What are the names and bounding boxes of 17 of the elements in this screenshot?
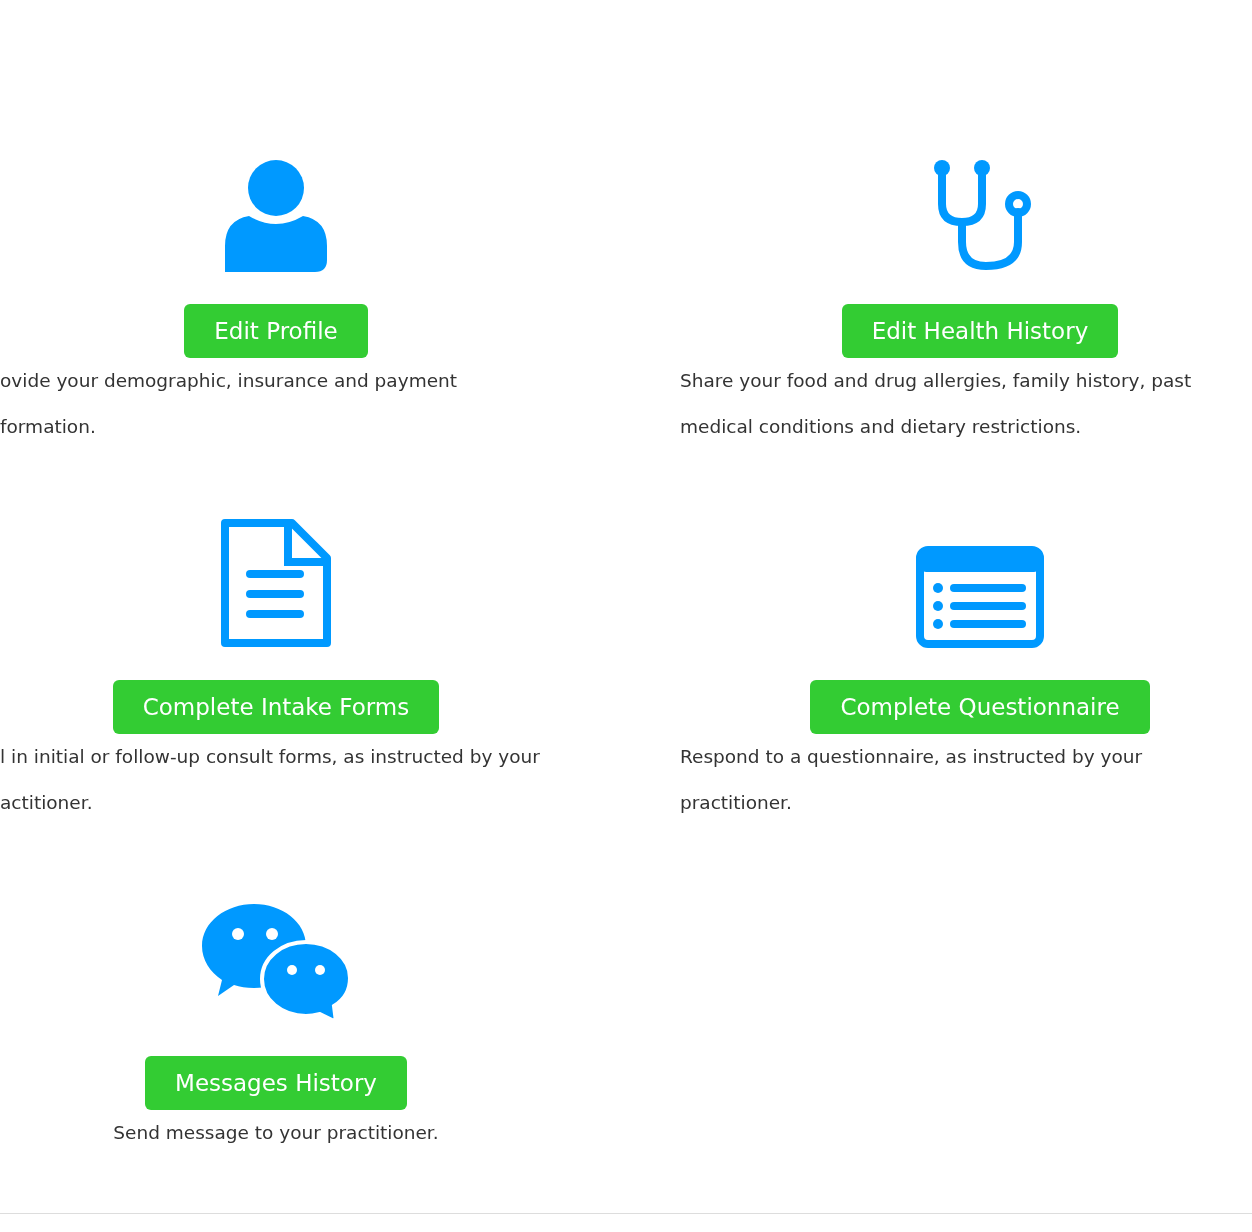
list-window-icon [916, 546, 1044, 648]
description-text: Send message to your practitioner. [113, 1121, 439, 1145]
description-text: l in initial or follow-up consult forms, as instructed by your [0, 745, 541, 769]
document-icon [220, 518, 332, 648]
description-text: medical conditions and dietary restrictions. [680, 415, 1083, 439]
description-text: Share your food and drug allergies, family history, past [680, 369, 1193, 393]
action-button[interactable]: Edit Health History [841, 304, 1119, 358]
description-text: actitioner. [0, 791, 94, 815]
action-button[interactable]: Messages History [145, 1056, 407, 1110]
action-button[interactable]: Complete Questionnaire [810, 680, 1150, 734]
description-text: formation. [0, 415, 97, 439]
description-text: ovide your demographic, insurance and payment [0, 369, 458, 393]
description-text: Respond to a questionnaire, as instructed by your [680, 745, 1144, 769]
description-text: practitioner. [680, 791, 793, 815]
action-button[interactable]: Edit Profile [184, 304, 368, 358]
action-button[interactable]: Complete Intake Forms [112, 680, 440, 734]
person-icon [225, 160, 327, 272]
